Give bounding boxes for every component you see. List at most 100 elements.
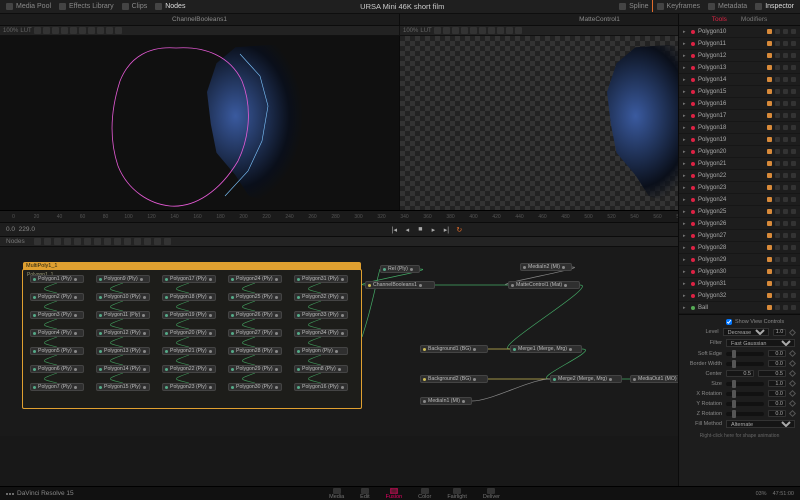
reset-icon[interactable] [791, 89, 796, 94]
node-port-icon[interactable] [33, 278, 36, 281]
inspector-poly-list[interactable]: ▸Polygon10▸Polygon11▸Polygon12▸Polygon13… [679, 26, 800, 314]
flow-node-mi1[interactable]: MediaIn1 (MI) [420, 397, 472, 405]
polygon-node[interactable]: Polygon2 (Ply) [30, 293, 84, 301]
polygon-node[interactable]: Polygon9 (Ply) [96, 275, 150, 283]
polygon-node[interactable]: Polygon14 (Ply) [96, 365, 150, 373]
node-port-icon[interactable] [143, 296, 146, 299]
node-port-icon[interactable] [74, 314, 77, 317]
node-tool-icon[interactable] [154, 238, 161, 245]
polygon-node[interactable]: Polygon22 (Ply) [162, 365, 216, 373]
polygon-node[interactable]: Polygon31 (Ply) [294, 275, 348, 283]
enable-dot-icon[interactable] [691, 186, 695, 190]
keyframe-toggle-icon[interactable] [767, 221, 772, 226]
viewer-tool-icon[interactable] [452, 27, 459, 34]
level-mode-select[interactable]: Decrease [723, 328, 769, 336]
node-port-icon[interactable] [143, 386, 146, 389]
polygon-node[interactable]: Polygon26 (Ply) [228, 311, 282, 319]
keyframe-toggle-icon[interactable] [767, 233, 772, 238]
polygon-node[interactable]: Polygon24 (Ply) [228, 275, 282, 283]
node-port-icon[interactable] [231, 278, 234, 281]
poly-row[interactable]: ▸Polygon17 [679, 110, 800, 122]
node-tool-icon[interactable] [124, 238, 131, 245]
disclosure-icon[interactable]: ▸ [683, 161, 688, 167]
keyframe-toggle-icon[interactable] [767, 149, 772, 154]
xrot-slider[interactable] [726, 392, 764, 396]
size-value[interactable]: 1.0 [768, 380, 786, 387]
keyframe-toggle-icon[interactable] [767, 173, 772, 178]
node-port-icon[interactable] [297, 314, 300, 317]
reset-icon[interactable] [791, 65, 796, 70]
node-port-icon[interactable] [209, 350, 212, 353]
node-port-icon[interactable] [341, 278, 344, 281]
poly-row[interactable]: ▸Polygon10 [679, 26, 800, 38]
node-port-icon[interactable] [231, 368, 234, 371]
node-port-icon[interactable] [74, 350, 77, 353]
disclosure-icon[interactable]: ▸ [683, 185, 688, 191]
lock-icon[interactable] [775, 305, 780, 310]
keyframe-toggle-icon[interactable] [767, 293, 772, 298]
lock-icon[interactable] [775, 149, 780, 154]
zrot-value[interactable]: 0.0 [768, 410, 786, 417]
reset-icon[interactable] [791, 305, 796, 310]
topbar-item-media-pool[interactable]: Media Pool [6, 3, 51, 10]
poly-row[interactable]: ▸Polygon16 [679, 98, 800, 110]
polygon-node[interactable]: Polygon10 (Ply) [96, 293, 150, 301]
lock-icon[interactable] [775, 77, 780, 82]
polygon-node[interactable]: Polygon18 (Ply) [162, 293, 216, 301]
flow-node-mg1[interactable]: Merge1 (Merge, Mrg) [510, 345, 582, 353]
node-tool-icon[interactable] [64, 238, 71, 245]
play-icon[interactable]: ▸ [429, 226, 437, 234]
node-port-icon[interactable] [99, 296, 102, 299]
poly-row[interactable]: ▸Polygon24 [679, 194, 800, 206]
reset-icon[interactable] [791, 29, 796, 34]
node-port-icon[interactable] [99, 386, 102, 389]
disclosure-icon[interactable]: ▸ [683, 269, 688, 275]
settings-icon[interactable] [783, 245, 788, 250]
keyframe-icon[interactable] [789, 370, 796, 377]
reset-icon[interactable] [791, 149, 796, 154]
keyframe-toggle-icon[interactable] [767, 197, 772, 202]
disclosure-icon[interactable]: ▸ [683, 101, 688, 107]
node-port-icon[interactable] [165, 314, 168, 317]
flow-node-cb[interactable]: ChannelBooleans1 [365, 281, 435, 289]
lock-icon[interactable] [775, 209, 780, 214]
viewer-tool-icon[interactable] [470, 27, 477, 34]
enable-dot-icon[interactable] [691, 78, 695, 82]
node-port-icon[interactable] [99, 332, 102, 335]
disclosure-icon[interactable]: ▸ [683, 77, 688, 83]
lock-icon[interactable] [775, 65, 780, 70]
polygon-node[interactable]: Polygon33 (Ply) [294, 311, 348, 319]
node-port-icon[interactable] [564, 284, 567, 287]
settings-icon[interactable] [783, 77, 788, 82]
node-port-icon[interactable] [231, 386, 234, 389]
polygon-node[interactable]: Polygon (Ply) [294, 347, 348, 355]
settings-icon[interactable] [783, 197, 788, 202]
node-port-icon[interactable] [410, 268, 413, 271]
reset-icon[interactable] [791, 173, 796, 178]
polygon-node[interactable]: Polygon5 (Ply) [30, 347, 84, 355]
topbar-item-spline[interactable]: Spline [619, 3, 648, 10]
node-tool-icon[interactable] [114, 238, 121, 245]
viewer-tool-icon[interactable] [479, 27, 486, 34]
reset-icon[interactable] [791, 161, 796, 166]
viewer-tool-icon[interactable] [106, 27, 113, 34]
reset-icon[interactable] [791, 41, 796, 46]
poly-row[interactable]: ▸Ball [679, 302, 800, 314]
polygon-node[interactable]: Polygon21 (Ply) [162, 347, 216, 355]
yrot-slider[interactable] [726, 402, 764, 406]
polygon-node[interactable]: Polygon27 (Ply) [228, 329, 282, 337]
node-port-icon[interactable] [341, 386, 344, 389]
poly-row[interactable]: ▸Polygon22 [679, 170, 800, 182]
polygon-node[interactable]: Polygon17 (Ply) [162, 275, 216, 283]
polygon-node[interactable]: Polygon34 (Ply) [294, 329, 348, 337]
tab-tools[interactable]: Tools [712, 16, 727, 23]
lock-icon[interactable] [775, 29, 780, 34]
flow-node-mc1[interactable]: MatteControl1 (Mat) [508, 281, 580, 289]
node-port-icon[interactable] [297, 278, 300, 281]
disclosure-icon[interactable]: ▸ [683, 41, 688, 47]
settings-icon[interactable] [783, 41, 788, 46]
reset-icon[interactable] [791, 185, 796, 190]
keyframe-toggle-icon[interactable] [767, 29, 772, 34]
lock-icon[interactable] [775, 137, 780, 142]
poly-row[interactable]: ▸Polygon30 [679, 266, 800, 278]
